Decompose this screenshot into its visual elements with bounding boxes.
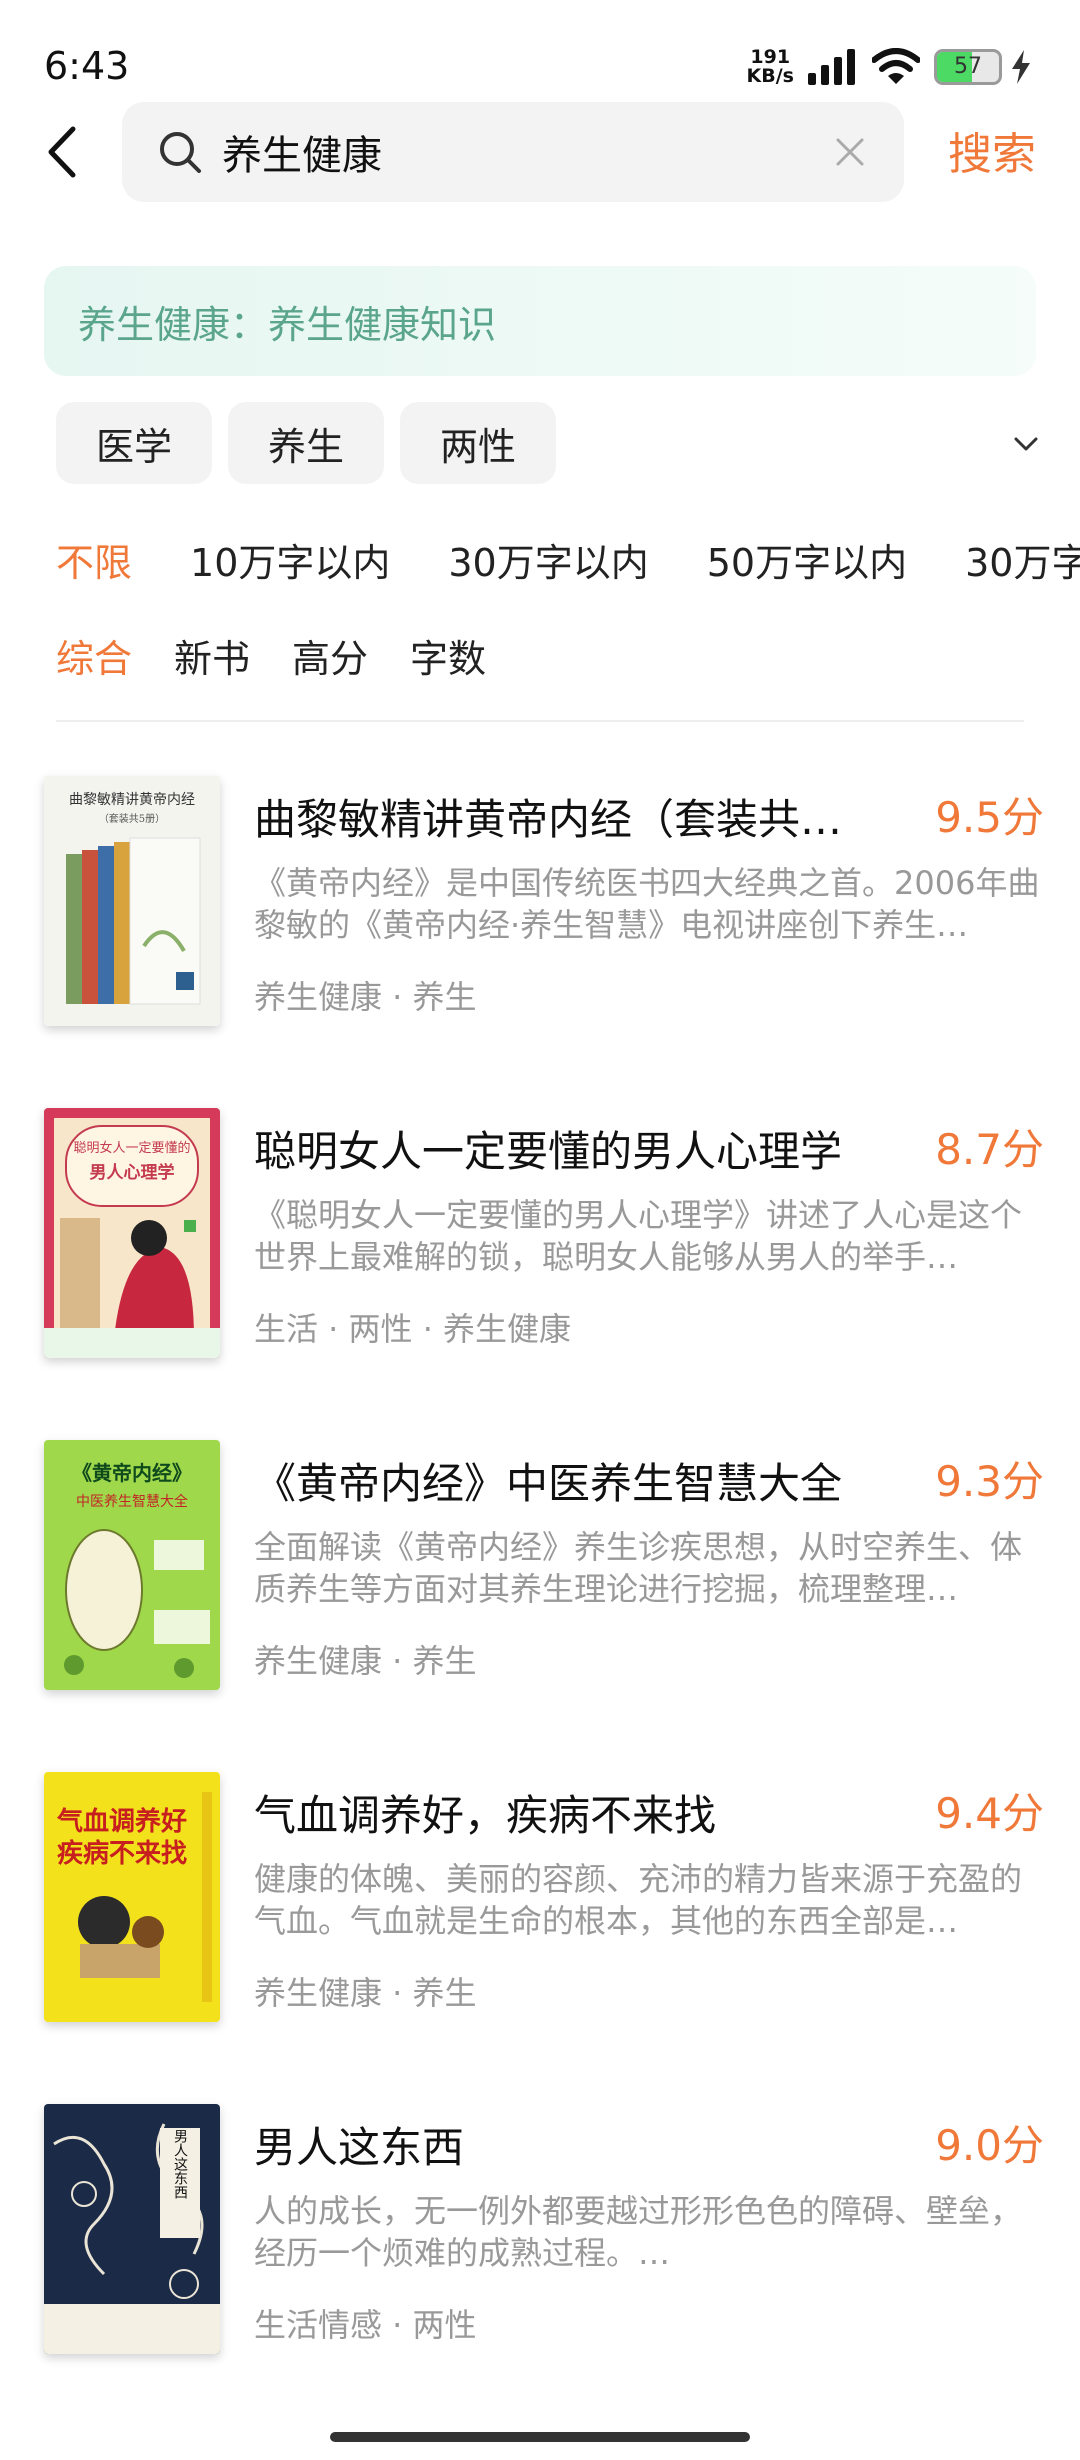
book-cover: 聪明女人一定要懂的 男人心理学 [44, 1108, 220, 1358]
book-tags: 养生健康 · 养生 [254, 1974, 477, 2012]
clear-icon[interactable] [832, 134, 868, 170]
book-cover: 《黄帝内经》 中医养生智慧大全 [44, 1440, 220, 1690]
book-item[interactable]: 男人这东西 男人这东西 9.0分 人的成长，无一例外都要越过形形色色的障碍、壁垒… [44, 2104, 1044, 2354]
network-speed-unit: KB/s [746, 65, 794, 87]
search-button[interactable]: 搜索 [948, 118, 1036, 182]
book-title: 曲黎敏精讲黄帝内经（套装共… [254, 795, 843, 844]
book-cover: 气血调养好 疾病不来找 [44, 1772, 220, 2022]
filter-unlimited[interactable]: 不限 [56, 532, 132, 587]
back-button[interactable] [36, 118, 88, 186]
book-cover: 男人这东西 [44, 2104, 220, 2354]
back-arrow-icon [48, 126, 76, 178]
cover-subtitle: 男人心理学 [90, 1162, 175, 1183]
chevron-down-icon[interactable] [1008, 426, 1044, 462]
cover-title: 聪明女人一定要懂的 [73, 1140, 190, 1156]
cover-title: 气血调养好 [56, 1806, 187, 1837]
book-item[interactable]: 曲黎敏精讲黄帝内经 （套装共5册） 曲黎敏精讲黄帝内经（套装共… 9.5分 《黄… [44, 776, 1044, 1026]
status-bar: 6:43 191 KB/s 57 [0, 0, 1080, 100]
book-description: 人的成长，无一例外都要越过形形色色的障碍、壁垒，经历一个烦难的成熟过程。… [254, 2192, 1023, 2272]
sort-new[interactable]: 新书 [174, 628, 250, 683]
filter-300k-plus[interactable]: 30万字 [965, 532, 1080, 587]
cover-title: 男人这东西 [172, 2129, 188, 2199]
book-item[interactable]: 《黄帝内经》 中医养生智慧大全 《黄帝内经》中医养生智慧大全 9.3分 全面解读… [44, 1440, 1044, 1690]
book-score: 9.3分 [935, 1457, 1044, 1506]
wifi-icon [872, 48, 920, 84]
book-description: 全面解读《黄帝内经》养生诊疾思想，从时空养生、体质养生等方面对其养生理论进行挖掘… [254, 1528, 1023, 1608]
tag-chips: 医学 养生 两性 [56, 402, 572, 484]
book-score: 9.5分 [935, 793, 1044, 842]
search-icon [160, 132, 201, 173]
tag-chip-gender[interactable]: 两性 [400, 402, 556, 484]
book-description: 《黄帝内经》是中国传统医书四大经典之首。2006年曲黎敏的《黄帝内经·养生智慧》… [254, 864, 1040, 944]
cover-subtitle: （套装共5册） [99, 812, 165, 825]
word-count-filter: 不限 10万字以内 30万字以内 50万字以内 30万字 [56, 532, 1080, 587]
search-input[interactable] [222, 102, 782, 202]
signal-icon [808, 49, 855, 85]
book-tags: 生活情感 · 两性 [254, 2306, 477, 2344]
book-title: 《黄帝内经》中医养生智慧大全 [254, 1459, 843, 1508]
divider [56, 720, 1024, 722]
book-tags: 养生健康 · 养生 [254, 1642, 477, 1680]
book-item[interactable]: 气血调养好 疾病不来找 气血调养好，疾病不来找 9.4分 健康的体魄、美丽的容颜… [44, 1772, 1044, 2022]
home-indicator[interactable] [330, 2432, 750, 2442]
status-icons: 191 KB/s 57 [747, 44, 1032, 90]
battery-icon: 57 [934, 49, 1002, 85]
book-tags: 养生健康 · 养生 [254, 978, 477, 1016]
sort-overall[interactable]: 综合 [56, 628, 132, 683]
sort-high-score[interactable]: 高分 [292, 628, 368, 683]
filter-under-500k[interactable]: 50万字以内 [707, 532, 907, 587]
sort-filter: 综合 新书 高分 字数 [56, 628, 528, 683]
network-speed: 191 KB/s [747, 48, 794, 86]
status-time: 6:43 [44, 44, 130, 88]
book-score: 8.7分 [935, 1125, 1044, 1174]
search-box[interactable] [122, 102, 904, 202]
cover-subtitle: 中医养生智慧大全 [76, 1493, 188, 1510]
book-score: 9.0分 [935, 2121, 1044, 2170]
book-description: 健康的体魄、美丽的容颜、充沛的精力皆来源于充盈的气血。气血就是生命的根本，其他的… [254, 1860, 1023, 1940]
cover-title: 曲黎敏精讲黄帝内经 [69, 791, 195, 808]
tag-chip-medicine[interactable]: 医学 [56, 402, 212, 484]
book-title: 男人这东西 [254, 2123, 465, 2172]
battery-level: 57 [954, 54, 982, 79]
sort-word-count[interactable]: 字数 [410, 628, 486, 683]
book-cover: 曲黎敏精讲黄帝内经 （套装共5册） [44, 776, 220, 1026]
book-item[interactable]: 聪明女人一定要懂的 男人心理学 聪明女人一定要懂的男人心理学 8.7分 《聪明女… [44, 1108, 1044, 1358]
charging-bolt-icon [1012, 50, 1030, 84]
filter-under-300k[interactable]: 30万字以内 [448, 532, 648, 587]
book-description: 《聪明女人一定要懂的男人心理学》讲述了人心是这个世界上最难解的锁，聪明女人能够从… [254, 1196, 1023, 1276]
filter-under-100k[interactable]: 10万字以内 [190, 532, 390, 587]
book-title: 聪明女人一定要懂的男人心理学 [254, 1127, 843, 1176]
book-tags: 生活 · 两性 · 养生健康 [254, 1310, 572, 1348]
cover-title: 《黄帝内经》 [72, 1461, 192, 1485]
book-title: 气血调养好，疾病不来找 [254, 1791, 717, 1840]
book-score: 9.4分 [935, 1789, 1044, 1838]
tag-chip-health[interactable]: 养生 [228, 402, 384, 484]
search-suggestion[interactable]: 养生健康：养生健康知识 [44, 266, 1036, 376]
cover-subtitle: 疾病不来找 [57, 1838, 187, 1869]
